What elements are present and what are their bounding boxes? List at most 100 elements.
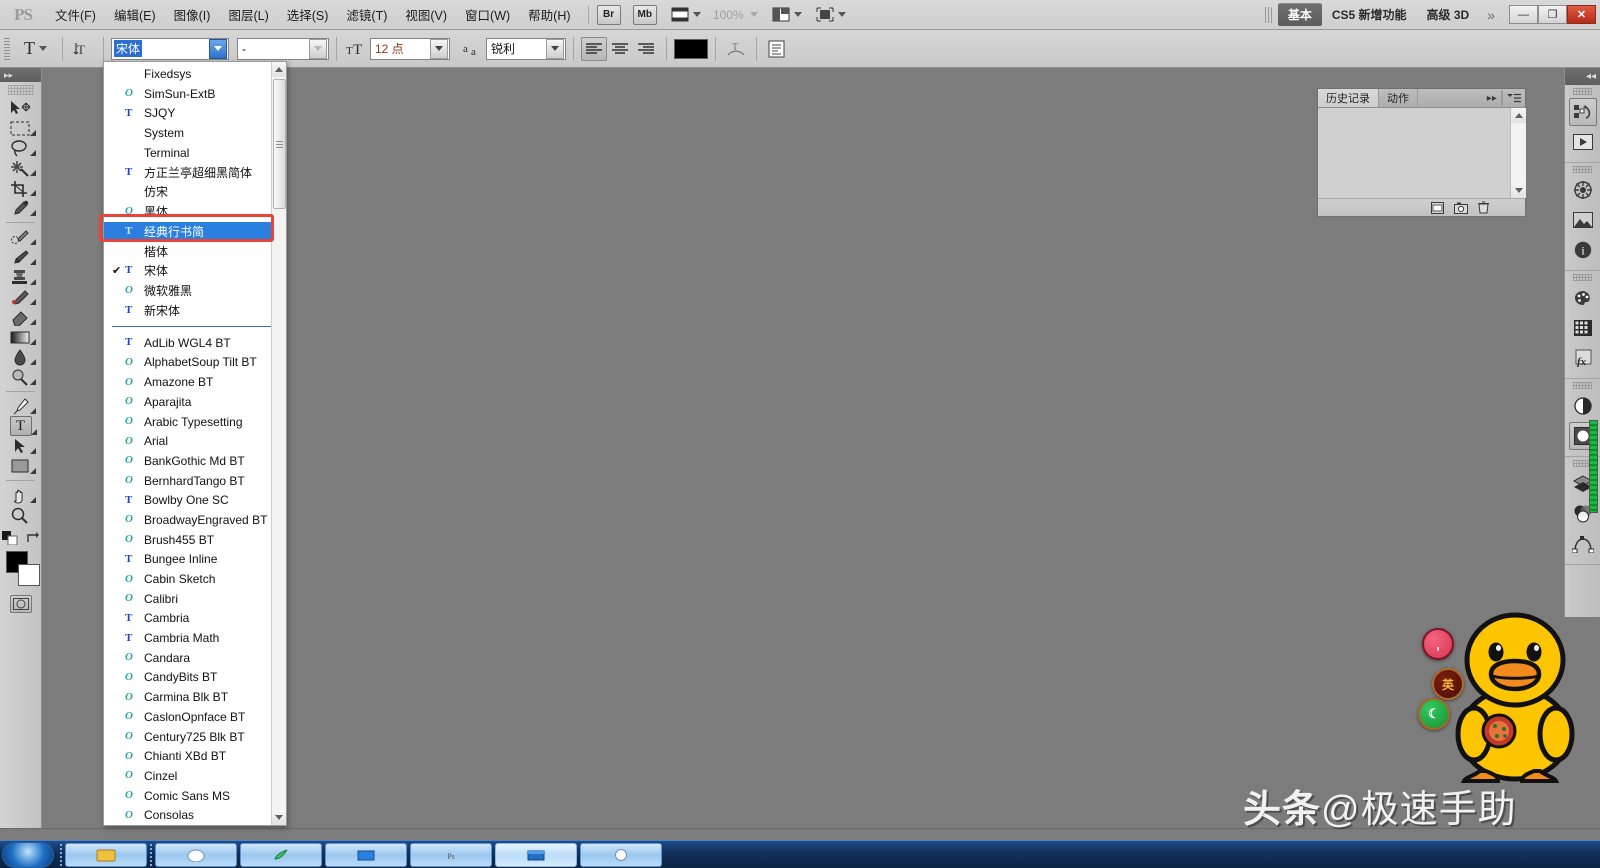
font-item-alphabetsoup-tilt-bt[interactable]: O AlphabetSoup Tilt BT: [104, 353, 286, 373]
taskbar-item-5[interactable]: Ps: [410, 842, 492, 867]
panel-menu-icon[interactable]: [1507, 93, 1521, 104]
menu-edit[interactable]: 编辑(E): [105, 0, 165, 30]
eraser-tool[interactable]: [0, 307, 40, 327]
history-scrollbar[interactable]: [1510, 108, 1526, 198]
eyedropper-tool[interactable]: [0, 198, 40, 218]
toggle-text-orientation-icon[interactable]: T: [70, 37, 96, 61]
history-scrollbar-track[interactable]: [1511, 123, 1526, 183]
arrange-chevron-down-icon[interactable]: [837, 12, 846, 17]
start-button[interactable]: [2, 841, 54, 868]
history-brush-tool[interactable]: [0, 287, 40, 307]
font-item-simsun-extb[interactable]: O SimSun-ExtB: [104, 84, 286, 104]
font-item-chianti-xbd-bt[interactable]: O Chianti XBd BT: [104, 746, 286, 766]
launch-mini-bridge-button[interactable]: Mb: [632, 4, 657, 25]
font-item-fangsong[interactable]: 仿宋: [104, 182, 286, 202]
font-item-terminal[interactable]: Terminal: [104, 143, 286, 163]
workspace-tab-essentials[interactable]: 基本: [1277, 3, 1322, 26]
dock-group-grip[interactable]: [1573, 382, 1592, 389]
history-states-list[interactable]: [1318, 108, 1526, 198]
move-tool[interactable]: [0, 98, 40, 118]
font-size-combo[interactable]: 12 点: [370, 37, 450, 60]
history-panel-icon[interactable]: [1568, 98, 1597, 126]
align-right-button[interactable]: [633, 37, 659, 61]
ime-mode-button[interactable]: ☾: [1418, 698, 1450, 730]
menu-layer[interactable]: 图层(L): [219, 0, 277, 30]
launch-bridge-button[interactable]: Br: [596, 4, 621, 25]
font-item-bernhardtango-bt[interactable]: O BernhardTango BT: [104, 471, 286, 491]
font-style-combo[interactable]: -: [237, 37, 329, 60]
horizontal-type-tool[interactable]: T: [9, 416, 37, 436]
font-item-broadwayengraved-bt[interactable]: O BroadwayEngraved BT: [104, 510, 286, 530]
workspace-tab-cs5-new[interactable]: CS5 新增功能: [1322, 3, 1417, 26]
font-item-calibri[interactable]: O Calibri: [104, 589, 286, 609]
font-item-brush455-bt[interactable]: O Brush455 BT: [104, 530, 286, 550]
default-colors-icon[interactable]: [1, 531, 18, 545]
font-item-bungee-inline[interactable]: Bungee Inline: [104, 550, 286, 570]
path-selection-tool[interactable]: [0, 436, 40, 456]
font-item-century725-blk-bt[interactable]: O Century725 Blk BT: [104, 727, 286, 747]
font-item-cabin-sketch[interactable]: O Cabin Sketch: [104, 569, 286, 589]
font-list-scrollbar[interactable]: [271, 62, 286, 825]
font-item-songti[interactable]: ✔ 宋体: [104, 261, 286, 281]
ime-english-button[interactable]: 英: [1432, 668, 1464, 700]
font-item-xinsongti[interactable]: 新宋体: [104, 300, 286, 320]
menu-help[interactable]: 帮助(H): [519, 0, 579, 30]
font-family-combo[interactable]: 宋体: [111, 37, 229, 60]
font-item-adlib-wgl4-bt[interactable]: AdLib WGL4 BT: [104, 333, 286, 353]
gradient-tool[interactable]: [0, 327, 40, 347]
styles-panel-icon[interactable]: fx: [1569, 344, 1597, 372]
font-item-consolas[interactable]: O Consolas: [104, 805, 286, 825]
menu-window[interactable]: 窗口(W): [456, 0, 519, 30]
scroll-up-button[interactable]: [271, 62, 286, 77]
swap-colors-icon[interactable]: [26, 532, 40, 544]
font-item-fangzheng-lanting[interactable]: 方正兰亭超细黑简体: [104, 162, 286, 182]
font-size-chevron-down-icon[interactable]: [430, 38, 448, 59]
taskbar-item-1[interactable]: [65, 842, 147, 867]
menu-filter[interactable]: 滤镜(T): [337, 0, 396, 30]
font-item-comic-sans-ms[interactable]: O Comic Sans MS: [104, 786, 286, 806]
arrange-documents-icon[interactable]: [814, 6, 836, 24]
font-item-carmina-blk-bt[interactable]: O Carmina Blk BT: [104, 687, 286, 707]
options-bar-grip[interactable]: [4, 37, 10, 60]
taskbar-item-3[interactable]: [240, 842, 322, 867]
quick-selection-tool[interactable]: [0, 158, 40, 178]
align-center-button[interactable]: [607, 37, 633, 61]
antialias-chevron-down-icon[interactable]: [546, 38, 564, 59]
tab-actions[interactable]: 动作: [1379, 89, 1418, 107]
font-style-chevron-down-icon[interactable]: [309, 38, 327, 59]
brush-tool[interactable]: [0, 247, 40, 267]
font-item-jingdian-xingshu-jian[interactable]: 经典行书简: [104, 221, 286, 242]
antialias-combo[interactable]: 锐利: [486, 37, 566, 60]
history-panel[interactable]: 历史记录 动作 ▸▸ |: [1317, 88, 1526, 217]
screen-mode-chevron-down-icon[interactable]: [793, 12, 802, 17]
view-extras-chevron-down-icon[interactable]: [692, 12, 701, 17]
rectangle-tool[interactable]: [0, 456, 40, 476]
taskbar-item-2[interactable]: [155, 842, 237, 867]
dock-group-grip[interactable]: [1573, 88, 1592, 95]
pen-tool[interactable]: [0, 396, 40, 416]
dock-group-grip[interactable]: [1573, 166, 1592, 173]
font-item-candybits-bt[interactable]: O CandyBits BT: [104, 668, 286, 688]
blur-tool[interactable]: [0, 347, 40, 367]
font-item-cinzel[interactable]: O Cinzel: [104, 766, 286, 786]
history-scroll-up-button[interactable]: [1511, 108, 1526, 123]
close-button[interactable]: ✕: [1567, 5, 1596, 24]
quick-mask-icon[interactable]: [9, 595, 32, 613]
text-color-swatch[interactable]: [674, 38, 708, 59]
workspace-overflow-icon[interactable]: »: [1479, 7, 1503, 23]
tool-preset-chevron-down-icon[interactable]: [39, 46, 47, 51]
masks-panel-icon[interactable]: [1569, 206, 1597, 234]
spot-healing-brush-tool[interactable]: [0, 227, 40, 247]
clone-stamp-tool[interactable]: [0, 267, 40, 287]
double-chevron-right-icon[interactable]: ▸▸: [1487, 93, 1497, 104]
menu-file[interactable]: 文件(F): [46, 0, 105, 30]
dock-collapse-button[interactable]: ◂◂: [1565, 68, 1600, 85]
font-item-candara[interactable]: O Candara: [104, 648, 286, 668]
font-item-aparajita[interactable]: O Aparajita: [104, 392, 286, 412]
font-item-caslonopnface-bt[interactable]: O CaslonOpnface BT: [104, 707, 286, 727]
taskbar-item-7[interactable]: [580, 842, 662, 867]
delete-state-icon[interactable]: [1478, 201, 1489, 214]
menu-image[interactable]: 图像(I): [165, 0, 220, 30]
font-item-microsoft-yahei[interactable]: O 微软雅黑: [104, 281, 286, 301]
toggle-char-paragraph-panel-icon[interactable]: [764, 37, 790, 61]
